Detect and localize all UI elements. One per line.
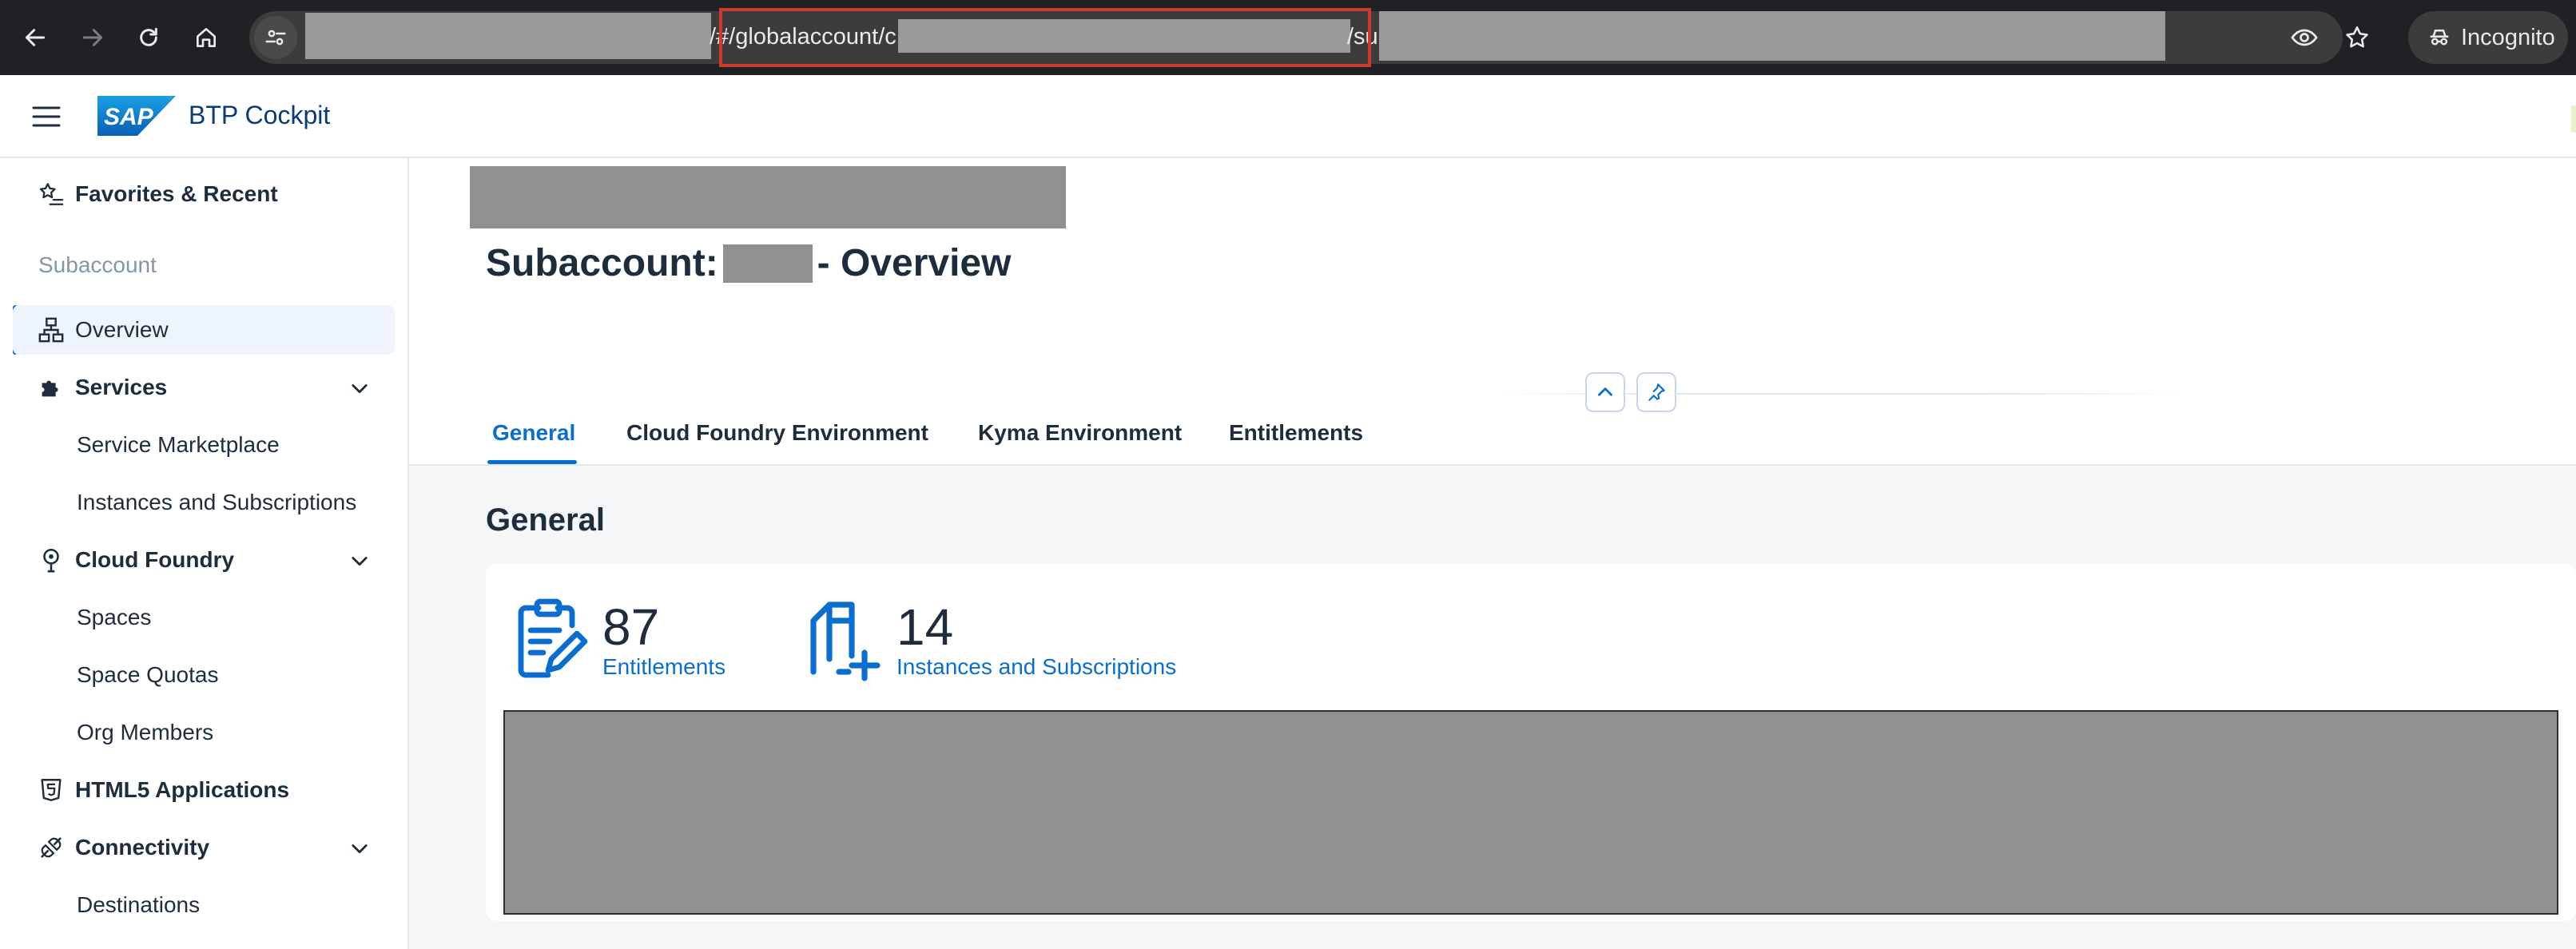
incognito-label: Incognito <box>2461 24 2555 50</box>
sidebar-item-destinations[interactable]: Destinations <box>13 880 395 930</box>
connectivity-icon <box>37 833 66 862</box>
details-redaction <box>503 710 2558 915</box>
entitlements-link[interactable]: Entitlements <box>602 654 725 680</box>
breadcrumb-redaction <box>470 166 1066 228</box>
sidebar-item-label: Org Members <box>77 720 214 745</box>
general-card: 87 Entitlements 14 Instances and Subscri… <box>486 563 2576 921</box>
chevron-down-icon[interactable] <box>348 377 371 399</box>
tab-entitlements[interactable]: Entitlements <box>1229 420 1363 446</box>
page-title-suffix: - Overview <box>817 242 1012 284</box>
app-header: SAP BTP Cockpit <box>0 75 2576 158</box>
sidebar-item-label: HTML5 Applications <box>75 777 290 802</box>
kpi-value: 87 <box>602 598 660 656</box>
sidebar-item-space-quotas[interactable]: Space Quotas <box>13 650 395 700</box>
sidebar-item-label: Connectivity <box>75 835 210 860</box>
bookmark-star-icon[interactable] <box>2341 22 2373 54</box>
sidebar-item-service-marketplace[interactable]: Service Marketplace <box>13 420 395 470</box>
sidebar-item-services[interactable]: Services <box>13 363 395 412</box>
sidebar-item-label: Space Quotas <box>77 662 219 687</box>
active-tab-underline <box>487 460 577 464</box>
cloud-foundry-icon <box>37 546 66 574</box>
object-page-header: Subaccount: - Overview General Cloud Fou… <box>409 158 2576 466</box>
incognito-icon <box>2430 30 2449 46</box>
puzzle-icon <box>37 373 66 402</box>
reload-icon[interactable] <box>129 18 168 57</box>
instances-add-icon <box>810 602 881 681</box>
sidebar-item-label: Services <box>75 375 168 399</box>
sidebar-group-label: Subaccount <box>38 252 157 277</box>
sidebar-item-label: Favorites & Recent <box>75 181 278 206</box>
sidebar-item-html5-applications[interactable]: HTML5 Applications <box>13 765 395 815</box>
tab-general[interactable]: General <box>492 420 575 446</box>
pin-icon <box>1648 383 1665 401</box>
eye-icon[interactable] <box>2288 22 2320 54</box>
pin-header-button[interactable] <box>1636 372 1676 412</box>
content-area: General 87 Entitlements 14 Instances and… <box>409 466 2576 949</box>
sidebar-item-label: Destinations <box>77 892 201 917</box>
kpi-entitlements[interactable]: 87 Entitlements <box>510 598 725 681</box>
hierarchy-icon <box>37 316 66 344</box>
chevron-up-icon <box>1598 387 1612 396</box>
svg-text:SAP: SAP <box>104 104 154 130</box>
home-icon[interactable] <box>187 18 225 57</box>
html5-icon <box>37 776 66 804</box>
incognito-chip[interactable]: Incognito <box>2408 11 2568 64</box>
sidebar-item-instances-subscriptions[interactable]: Instances and Subscriptions <box>13 478 395 527</box>
sidebar-item-label: Service Marketplace <box>77 432 280 457</box>
menu-icon[interactable] <box>30 104 62 129</box>
tab-cloud-foundry-environment[interactable]: Cloud Foundry Environment <box>626 420 928 446</box>
sidebar-item-connectivity[interactable]: Connectivity <box>13 823 395 872</box>
sidebar-item-favorites[interactable]: Favorites & Recent <box>13 169 395 219</box>
back-icon[interactable] <box>16 18 54 57</box>
clipboard-edit-icon <box>518 598 588 678</box>
kpi-instances-subscriptions[interactable]: 14 Instances and Subscriptions <box>804 598 1176 681</box>
chevron-down-icon[interactable] <box>348 550 371 572</box>
page-title-prefix: Subaccount: <box>486 242 718 284</box>
section-title: General <box>486 502 605 538</box>
browser-toolbar: /#/globalaccount/c /su Incognito <box>0 0 2576 75</box>
sidebar-item-label: Overview <box>75 317 169 342</box>
url-redaction <box>1379 11 2165 61</box>
sidebar-item-label: Cloud Foundry <box>75 547 235 572</box>
app-title: BTP Cockpit <box>189 101 331 129</box>
sidebar-item-spaces[interactable]: Spaces <box>13 593 395 642</box>
site-settings-icon[interactable] <box>254 16 297 59</box>
sap-logo[interactable]: SAP <box>97 96 176 136</box>
instances-subscriptions-link[interactable]: Instances and Subscriptions <box>896 654 1176 680</box>
collapse-header-button[interactable] <box>1585 372 1625 412</box>
chevron-down-icon[interactable] <box>348 837 371 860</box>
sidebar-item-overview[interactable]: Overview <box>13 305 395 355</box>
sidebar-item-cloud-foundry[interactable]: Cloud Foundry <box>13 535 395 585</box>
star-list-icon <box>37 180 66 208</box>
kpi-value: 14 <box>896 598 954 656</box>
url-highlight-box <box>719 8 1371 67</box>
header-edge-accent <box>2571 105 2576 133</box>
side-navigation: Favorites & Recent Subaccount Overview S… <box>0 158 409 949</box>
subaccount-name-redaction <box>722 244 813 283</box>
sidebar-item-org-members[interactable]: Org Members <box>13 708 395 757</box>
url-redaction <box>305 13 711 59</box>
tab-kyma-environment[interactable]: Kyma Environment <box>978 420 1182 446</box>
forward-icon[interactable] <box>74 18 112 57</box>
sidebar-item-label: Spaces <box>77 605 152 629</box>
page-title: Subaccount: - Overview <box>486 241 1011 285</box>
sidebar-item-label: Instances and Subscriptions <box>77 490 357 514</box>
